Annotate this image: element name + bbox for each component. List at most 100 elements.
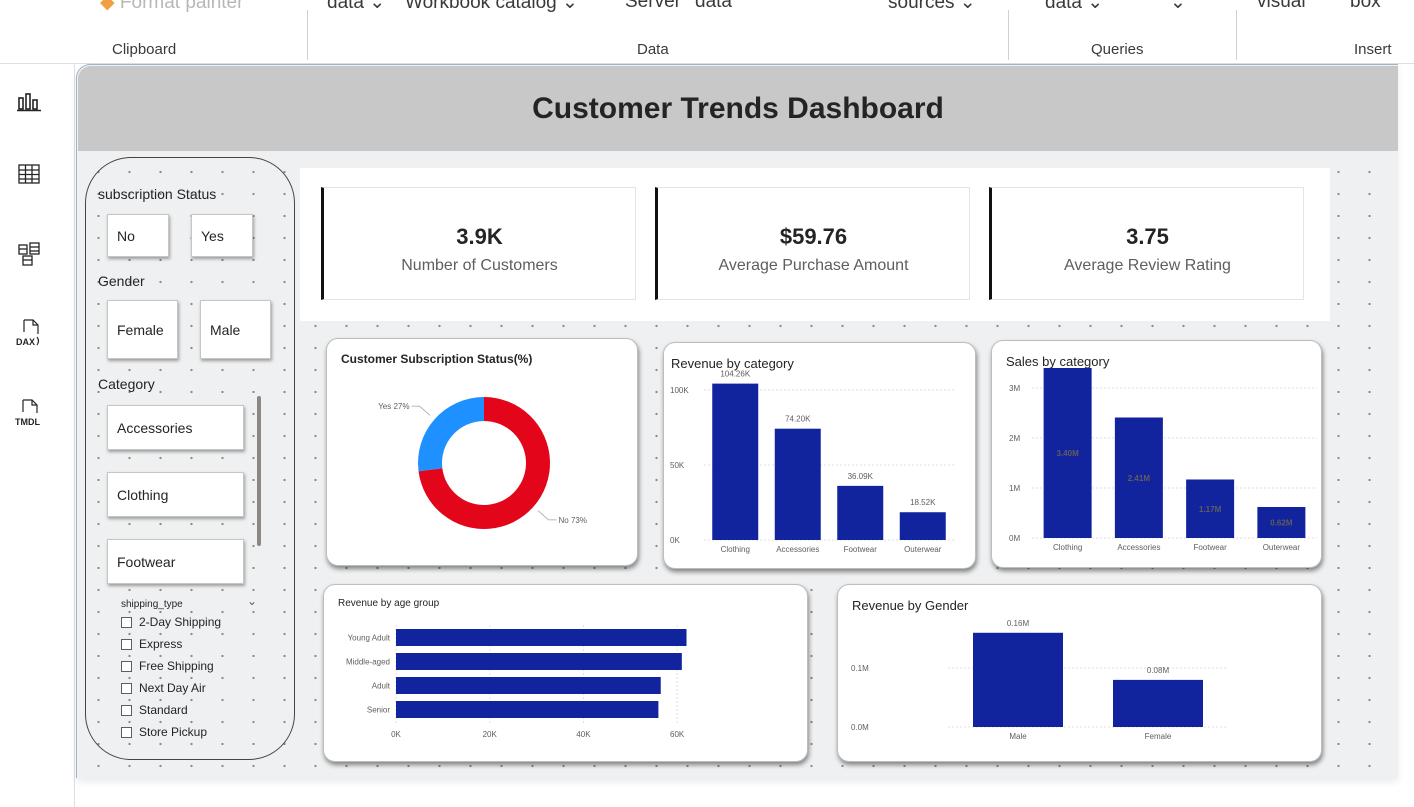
model-view-icon[interactable]	[14, 239, 44, 269]
gender-female-button[interactable]: Female	[107, 300, 178, 359]
ribbon-divider	[307, 10, 308, 60]
category-slicer-label: Category	[98, 376, 155, 392]
get-data-button[interactable]: data ⌄	[327, 0, 385, 14]
workbook-catalog-button[interactable]: Workbook catalog ⌄	[405, 0, 578, 14]
shipping-option[interactable]: Express	[121, 637, 182, 651]
x-tick-label: Outerwear	[1263, 543, 1301, 552]
data-label: No 73%	[559, 516, 587, 525]
subscription-yes-button[interactable]: Yes	[191, 214, 253, 257]
svg-text:DAX: DAX	[16, 337, 35, 347]
kpi-value: 3.9K	[456, 224, 503, 249]
data-label: 74.20K	[785, 415, 811, 424]
data-label: 1.17M	[1199, 505, 1222, 514]
kpi-label: Average Review Rating	[1064, 257, 1231, 274]
new-visual-button[interactable]: visual	[1257, 0, 1306, 13]
report-view-icon[interactable]	[14, 86, 44, 116]
y-tick-label: 0M	[1009, 534, 1020, 543]
revenue-by-age-group-visual[interactable]: Revenue by age group 0K 20K 40K 60K Young Ad…	[323, 584, 808, 762]
shipping-option[interactable]: Next Day Air	[121, 681, 206, 695]
checkbox-icon	[121, 638, 132, 650]
bar-male	[973, 632, 1063, 727]
category-footwear-button[interactable]: Footwear	[107, 539, 244, 584]
sql-server-button[interactable]: Server	[625, 0, 681, 13]
text-box-button[interactable]: box	[1350, 0, 1381, 13]
group-queries: Queries	[1091, 41, 1144, 58]
donut-slice-yes	[418, 397, 484, 472]
table-view-icon[interactable]	[14, 159, 44, 189]
checkbox-icon	[121, 616, 132, 628]
x-tick-label: Clothing	[721, 545, 750, 554]
bar-female	[1113, 679, 1203, 727]
gender-male-button[interactable]: Male	[200, 300, 271, 359]
kpi-card-purchase-amount[interactable]: $59.76 Average Purchase Amount	[655, 187, 970, 300]
x-tick-label: Footwear	[844, 545, 878, 554]
group-clipboard: Clipboard	[112, 41, 177, 58]
x-tick-label: Footwear	[1193, 543, 1227, 552]
data-label: Yes 27%	[378, 402, 409, 411]
category-accessories-button[interactable]: Accessories	[107, 405, 244, 450]
enter-data-button[interactable]: data	[695, 0, 732, 13]
subscription-no-button[interactable]: No	[107, 214, 169, 257]
data-label: 18.52K	[910, 498, 936, 507]
group-data: Data	[637, 41, 669, 58]
y-tick-label: 0.0M	[851, 723, 869, 732]
horizontal-bar-chart: 0K 20K 40K 60K Young Adult Middle-aged Adult Se…	[346, 625, 687, 739]
data-label: 2.41M	[1128, 474, 1151, 483]
ribbon-divider	[1236, 10, 1237, 60]
checkbox-icon	[121, 682, 132, 694]
transform-data-button[interactable]: data ⌄	[1045, 0, 1103, 14]
sales-by-category-visual[interactable]: Sales by category 0M 1M 2M 3M Clothing 3.40M A…	[991, 340, 1322, 568]
revenue-by-category-visual[interactable]: Revenue by category 0K 50K 100K Clothing 104…	[663, 342, 976, 569]
y-tick-label: Middle-aged	[346, 658, 390, 667]
x-tick-label: 40K	[576, 730, 591, 739]
chevron-down-icon[interactable]: ⌄	[247, 594, 257, 608]
kpi-card-customers[interactable]: 3.9K Number of Customers	[321, 187, 636, 300]
refresh-dropdown-icon[interactable]: ⌄	[1170, 0, 1186, 14]
shipping-option[interactable]: 2-Day Shipping	[121, 615, 221, 629]
data-label: 0.08M	[1147, 666, 1170, 675]
kpi-label: Number of Customers	[401, 257, 558, 274]
x-tick-label: Female	[1145, 732, 1172, 741]
data-label: 0.16M	[1007, 619, 1030, 628]
x-tick-label: 20K	[483, 730, 498, 739]
dashboard-title-bar: Customer Trends Dashboard	[78, 66, 1398, 151]
data-sources-button[interactable]: sources ⌄	[888, 0, 976, 14]
leader-line	[411, 405, 431, 416]
data-label: 104.26K	[720, 370, 750, 379]
y-tick-label: 100K	[670, 386, 689, 395]
data-label: 36.09K	[848, 472, 874, 481]
x-tick-label: 0K	[391, 730, 401, 739]
format-painter-button[interactable]: ◆ Format painter	[100, 0, 243, 14]
gender-slicer-label: Gender	[98, 273, 145, 289]
x-tick-label: Accessories	[1117, 543, 1160, 552]
x-tick-label: Accessories	[776, 545, 819, 554]
dax-query-icon[interactable]: DAX	[14, 316, 44, 352]
y-tick-label: Senior	[367, 706, 390, 715]
ribbon-divider	[1008, 10, 1009, 60]
shipping-option[interactable]: Store Pickup	[121, 725, 207, 739]
tmdl-view-icon[interactable]: TMDL	[14, 396, 44, 432]
view-rail: DAX TMDL	[0, 64, 75, 807]
paintbrush-icon: ◆	[100, 0, 115, 13]
category-scrollbar[interactable]	[257, 396, 261, 546]
y-tick-label: 0.1M	[851, 664, 869, 673]
checkbox-icon	[121, 726, 132, 738]
shipping-option[interactable]: Free Shipping	[121, 659, 214, 673]
bar-adult	[396, 677, 661, 694]
checkbox-icon	[121, 704, 132, 716]
bar-footwear	[837, 485, 884, 540]
y-tick-label: Adult	[372, 682, 391, 691]
kpi-card-review-rating[interactable]: 3.75 Average Review Rating	[989, 187, 1304, 300]
category-clothing-button[interactable]: Clothing	[107, 472, 244, 517]
shipping-option[interactable]: Standard	[121, 703, 188, 717]
dashboard-title: Customer Trends Dashboard	[532, 91, 944, 125]
subscription-donut-visual[interactable]: Customer Subscription Status(%) No 73% Ye…	[326, 338, 638, 566]
bar-young-adult	[396, 629, 687, 646]
revenue-by-gender-visual[interactable]: Revenue by Gender 0.0M 0.1M Male 0.16M Femal…	[837, 584, 1322, 762]
data-label: 3.40M	[1057, 449, 1080, 458]
checkbox-icon	[121, 660, 132, 672]
bar-chart: 0K 50K 100K Clothing 104.26K Accessories 74.20…	[670, 370, 954, 554]
x-tick-label: 60K	[670, 730, 685, 739]
y-tick-label: 50K	[670, 461, 685, 470]
bar-middle-aged	[396, 653, 682, 670]
